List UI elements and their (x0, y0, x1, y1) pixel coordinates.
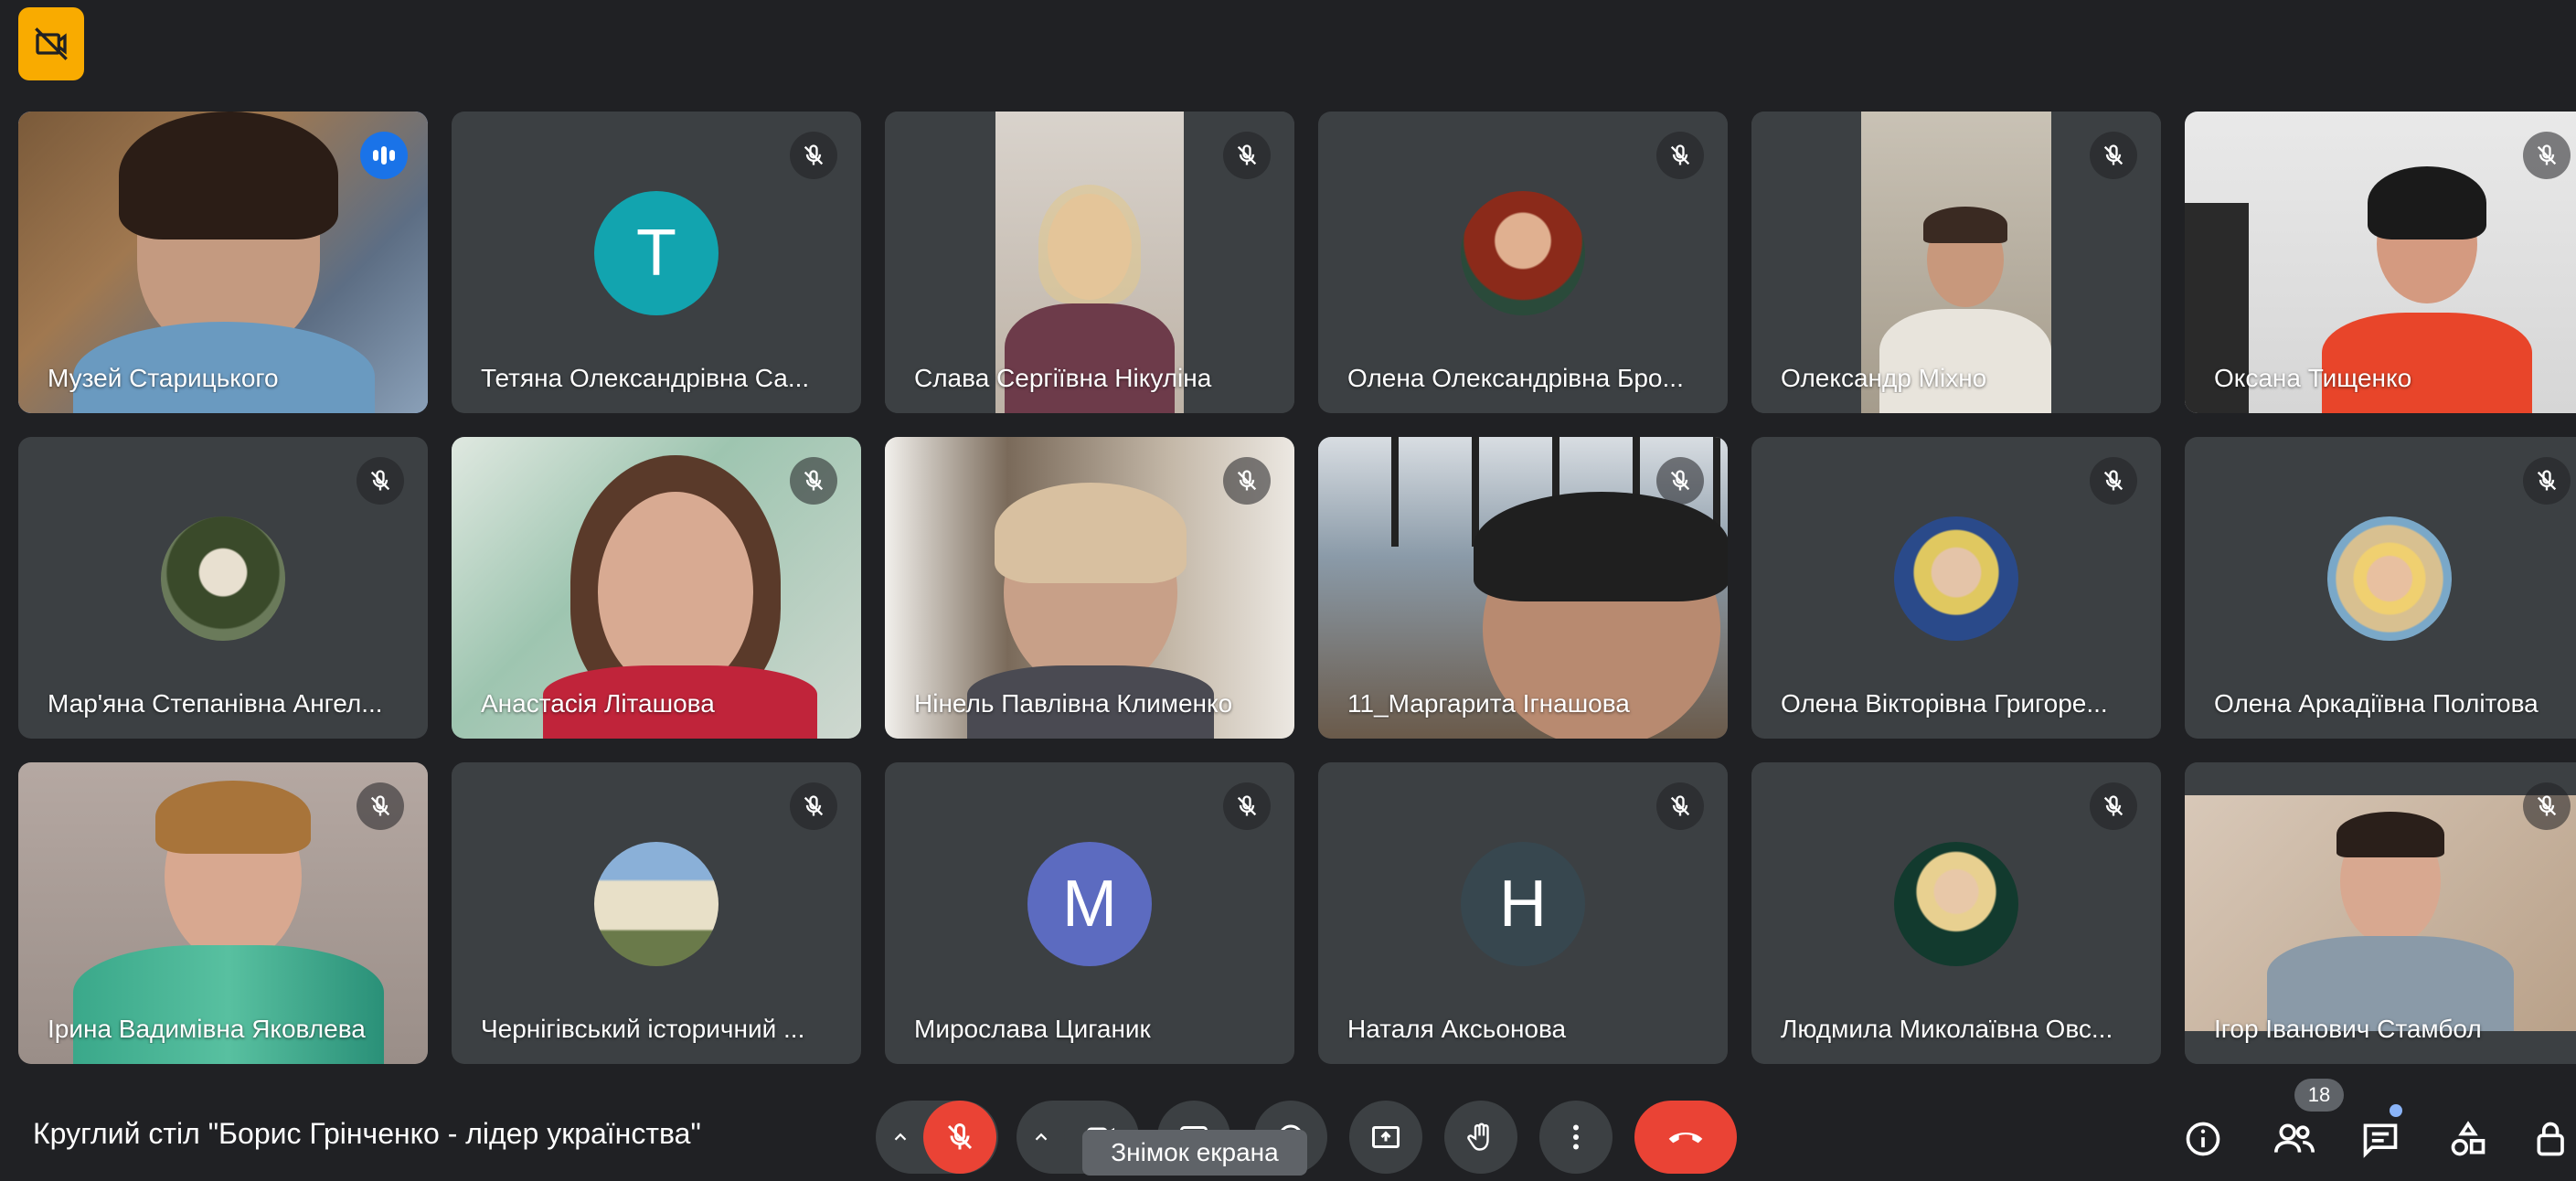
participant-tile[interactable]: Музей Старицького (18, 112, 428, 413)
microphone-off-button[interactable] (923, 1101, 996, 1174)
participant-tile[interactable]: Олена Вікторівна Григоре... (1751, 437, 2161, 739)
participant-avatar (594, 842, 719, 966)
participant-name: Олена Вікторівна Григоре... (1781, 689, 2108, 718)
mic-off-icon (790, 782, 837, 830)
participant-name: Людмила Миколаївна Овс... (1781, 1015, 2113, 1043)
participant-tile[interactable]: Нінель Павлівна Клименко (885, 437, 1294, 739)
chat-icon (2363, 1123, 2398, 1158)
more-vert-icon (1573, 1124, 1579, 1150)
mic-off-icon (2523, 782, 2571, 830)
chevron-up-icon[interactable] (876, 1127, 925, 1147)
participant-name: 11_Маргарита Ігнашова (1347, 689, 1630, 718)
participant-tile[interactable]: Олена Аркадіївна Політова (2185, 437, 2576, 739)
mic-off-icon (357, 457, 404, 505)
mic-off-icon (1656, 132, 1704, 179)
participant-tile[interactable]: Олена Олександрівна Бро... (1318, 112, 1728, 413)
avatar-letter: M (1062, 867, 1117, 941)
participant-avatar (161, 516, 285, 641)
present-screen-icon (1372, 1126, 1400, 1148)
participant-tile[interactable]: H Наталя Аксьонова (1318, 762, 1728, 1064)
participant-avatar (1894, 516, 2018, 641)
speaking-indicator-icon (360, 132, 408, 179)
mic-off-icon (1223, 132, 1271, 179)
avatar-letter: H (1499, 867, 1547, 941)
host-controls-button[interactable] (2528, 1115, 2576, 1163)
participant-avatar: T (594, 191, 719, 315)
mic-off-icon (2090, 782, 2137, 830)
mic-off-icon (2523, 457, 2571, 505)
participant-name: Олена Олександрівна Бро... (1347, 364, 1684, 392)
participant-avatar: M (1027, 842, 1152, 966)
participant-name: Олена Аркадіївна Політова (2214, 689, 2539, 718)
participant-name: Ігор Іванович Стамбол (2214, 1015, 2482, 1043)
participant-grid: Музей Старицького T Тетяна Олександрівна… (18, 112, 2576, 1064)
mic-off-icon (947, 1122, 973, 1150)
activities-button[interactable] (2444, 1115, 2492, 1163)
participant-tile[interactable]: T Тетяна Олександрівна Са... (452, 112, 861, 413)
mic-off-icon (2090, 132, 2137, 179)
info-icon (2186, 1122, 2220, 1156)
participant-name: Ірина Вадимівна Яковлева (48, 1015, 366, 1043)
participant-tile[interactable]: M Мирослава Циганик (885, 762, 1294, 1064)
participant-tile[interactable]: Мар'яна Степанівна Ангел... (18, 437, 428, 739)
participant-count-badge: 18 (2294, 1079, 2344, 1112)
people-icon (2274, 1123, 2315, 1153)
participant-name: Слава Сергіївна Нікуліна (914, 364, 1212, 392)
participant-name: Тетяна Олександрівна Са... (481, 364, 810, 392)
participant-name: Мар'яна Степанівна Ангел... (48, 689, 383, 718)
participant-tile[interactable]: Оксана Тищенко (2185, 112, 2576, 413)
participant-tile[interactable]: Людмила Миколаївна Овс... (1751, 762, 2161, 1064)
participant-name: Нінель Павлівна Клименко (914, 689, 1233, 718)
new-message-dot (2390, 1104, 2402, 1117)
participant-tile[interactable]: Анастасія Літашова (452, 437, 861, 739)
participant-name: Анастасія Літашова (481, 689, 715, 718)
mic-off-icon (1223, 457, 1271, 505)
lock-person-icon (2537, 1122, 2564, 1156)
present-screen-button[interactable] (1349, 1101, 1422, 1174)
participant-avatar (2327, 516, 2452, 641)
participant-name: Мирослава Циганик (914, 1015, 1151, 1043)
participant-avatar (1461, 191, 1585, 315)
meeting-title: Круглий стіл "Борис Грінченко - лідер ук… (33, 1117, 701, 1150)
mic-off-icon (357, 782, 404, 830)
participant-name: Оксана Тищенко (2214, 364, 2412, 392)
participant-tile[interactable]: Слава Сергіївна Нікуліна (885, 112, 1294, 413)
activities-icon (2451, 1121, 2486, 1156)
mic-off-icon (1656, 457, 1704, 505)
hand-icon (1467, 1122, 1489, 1151)
more-options-button[interactable] (1539, 1101, 1613, 1174)
participant-avatar: H (1461, 842, 1585, 966)
meeting-info-button[interactable] (2179, 1115, 2227, 1163)
participant-name: Олександр Міхно (1781, 364, 1987, 392)
raise-hand-button[interactable] (1444, 1101, 1517, 1174)
avatar-letter: T (636, 217, 676, 290)
participant-tile[interactable]: Чернігівський історичний ... (452, 762, 861, 1064)
recording-off-badge[interactable] (18, 7, 84, 80)
participant-tile[interactable]: Олександр Міхно (1751, 112, 2161, 413)
mic-off-icon (2523, 132, 2571, 179)
screenshot-tooltip: Знімок екрана (1082, 1130, 1307, 1176)
participant-tile[interactable]: 11_Маргарита Ігнашова (1318, 437, 1728, 739)
no-recording-icon (35, 27, 68, 60)
leave-call-button[interactable] (1634, 1101, 1737, 1174)
participant-tile[interactable]: Ірина Вадимівна Яковлева (18, 762, 428, 1064)
chevron-up-icon[interactable] (1017, 1127, 1066, 1147)
participant-name: Наталя Аксьонова (1347, 1015, 1567, 1043)
chat-button[interactable] (2357, 1115, 2404, 1163)
people-button[interactable] (2271, 1115, 2318, 1163)
call-end-icon (1668, 1132, 1703, 1144)
mic-off-icon (790, 132, 837, 179)
mic-off-icon (2090, 457, 2137, 505)
participant-avatar (1894, 842, 2018, 966)
participant-name: Музей Старицького (48, 364, 279, 392)
mic-off-icon (1656, 782, 1704, 830)
participant-name: Чернігівський історичний ... (481, 1015, 805, 1043)
mic-off-icon (790, 457, 837, 505)
participant-tile[interactable]: Ігор Іванович Стамбол (2185, 762, 2576, 1064)
mic-off-icon (1223, 782, 1271, 830)
